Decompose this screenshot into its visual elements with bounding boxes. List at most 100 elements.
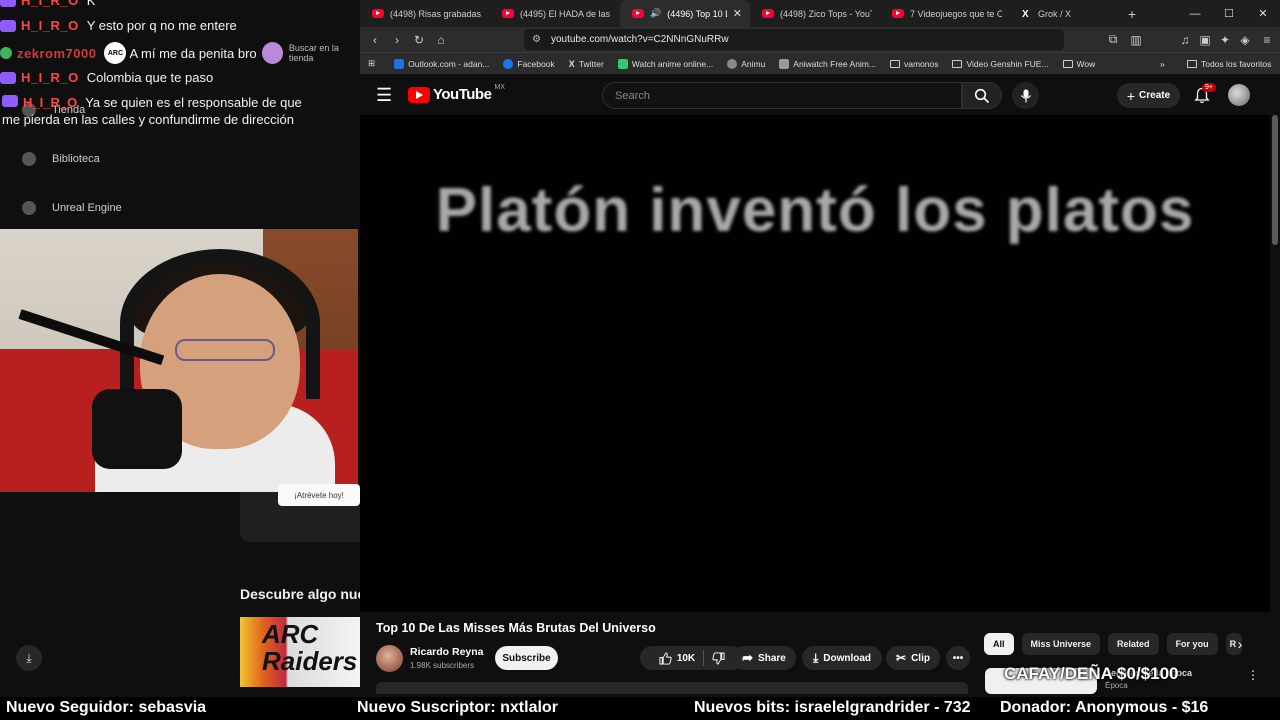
extensions-icon[interactable]: ⧉ xyxy=(1102,29,1124,51)
chip-miss-universe[interactable]: Miss Universe xyxy=(1021,633,1101,655)
search-button[interactable] xyxy=(962,82,1002,109)
arc-raiders-thumbnail: ARC Raiders xyxy=(240,617,360,687)
browser-tab[interactable]: (4498) Risas grabadas - YouTube xyxy=(360,0,490,27)
x-icon: X xyxy=(1022,9,1029,20)
video-frame-text: Platón inventó los platos xyxy=(435,176,1195,245)
facebook-icon xyxy=(503,58,514,69)
emote-icon xyxy=(262,42,283,64)
chip-related[interactable]: Related xyxy=(1108,633,1159,655)
forward-icon[interactable]: › xyxy=(386,29,408,51)
chevron-right-icon[interactable]: » xyxy=(1153,59,1172,69)
bookmark-folder[interactable]: Wow xyxy=(1056,59,1103,69)
bookmark-item[interactable]: Watch anime online... xyxy=(611,58,720,69)
browser-tab-active[interactable]: 🔊 (4496) Top 10 De Las Misses ✕ xyxy=(620,0,750,27)
dislike-button[interactable] xyxy=(704,646,733,670)
aniwatch-icon xyxy=(779,58,790,69)
stream-overlay-panel: Tienda Biblioteca Unreal Engine H_I_R_O … xyxy=(0,0,360,720)
ai-icon[interactable]: ✦ xyxy=(1214,29,1236,51)
chat-text: A mí me da penita bro xyxy=(129,45,257,61)
menu-icon[interactable]: ≡ xyxy=(1256,29,1278,51)
bookmark-item[interactable]: Facebook xyxy=(496,58,561,69)
search-input[interactable]: Search xyxy=(602,82,962,109)
video-player[interactable]: Platón inventó los platos xyxy=(360,115,1270,612)
notification-count-badge: 9+ xyxy=(1202,83,1216,92)
browser-tab[interactable]: (4495) El HADA de las VERGAS xyxy=(490,0,620,27)
search-icon xyxy=(974,88,990,103)
bookmark-item[interactable]: Aniwatch Free Anim... xyxy=(772,58,883,69)
bookmark-folder[interactable]: vamonos xyxy=(883,59,946,69)
browser-tab[interactable]: (4498) Zico Tops - YouTube xyxy=(750,0,880,27)
like-button[interactable]: 10K xyxy=(651,646,703,670)
description-box[interactable] xyxy=(376,682,968,694)
arc-raiders-badge-icon: ARC xyxy=(104,42,127,64)
site-info-icon[interactable]: ⚙ xyxy=(532,34,541,45)
browser-window: (4498) Risas grabadas - YouTube (4495) E… xyxy=(360,0,1280,720)
folder-icon xyxy=(889,59,900,68)
share-icon: ➦ xyxy=(742,650,754,665)
chat-username: H_I_R_O xyxy=(21,0,79,8)
ghost-nav-library: Biblioteca xyxy=(22,152,100,166)
unreal-icon xyxy=(22,201,36,215)
channel-avatar[interactable] xyxy=(376,645,403,672)
address-bar[interactable]: ⚙ youtube.com/watch?v=C2NNnGNuRRw xyxy=(524,29,1064,50)
sidebar-icon[interactable]: ▥ xyxy=(1125,29,1147,51)
shield-icon[interactable]: ◈ xyxy=(1234,29,1256,51)
chevron-right-icon[interactable]: › xyxy=(1230,633,1250,655)
speaker-icon[interactable]: 🔊 xyxy=(650,8,661,19)
wallet-icon[interactable]: ▣ xyxy=(1194,29,1216,51)
download-icon: ⤓ xyxy=(16,645,42,671)
subscribe-button[interactable]: Subscribe xyxy=(495,646,558,670)
more-actions-button[interactable]: ••• xyxy=(946,646,970,670)
chat-username: H_I_R_O xyxy=(21,18,79,33)
microphone-icon xyxy=(1020,89,1031,102)
more-vertical-icon[interactable]: ⋮ xyxy=(1247,668,1259,682)
new-tab-button[interactable]: + xyxy=(1120,6,1144,22)
close-tab-icon[interactable]: ✕ xyxy=(733,7,742,20)
page-scrollbar[interactable] xyxy=(1272,115,1278,245)
apps-icon[interactable]: ⊞ xyxy=(360,58,387,69)
anime-site-icon xyxy=(617,58,628,69)
url-text: youtube.com/watch?v=C2NNnGNuRRw xyxy=(550,34,729,45)
browser-toolbar: ‹ › ↻ ⌂ ▯ ⚙ youtube.com/watch?v=C2NNnGNu… xyxy=(360,27,1280,52)
minimize-icon[interactable]: — xyxy=(1178,0,1212,27)
bookmark-item[interactable]: Animu xyxy=(720,58,772,69)
browser-tab[interactable]: X Grok / X xyxy=(1010,0,1120,27)
channel-name-link[interactable]: Ricardo Reyna xyxy=(410,646,484,658)
chip-all[interactable]: All xyxy=(984,633,1014,655)
close-window-icon[interactable]: ✕ xyxy=(1246,0,1280,27)
ghost-promo-card: ¡Atrévete hoy! xyxy=(240,484,360,542)
new-subscriber-alert: Nuevo Suscriptor: nxtlalor xyxy=(357,699,558,716)
bookmark-item[interactable]: X Twitter xyxy=(562,59,611,69)
bookmark-folder[interactable]: Video Genshin FUE... xyxy=(945,59,1055,69)
share-button[interactable]: ➦ Share xyxy=(732,646,796,670)
voice-search-button[interactable] xyxy=(1012,82,1039,109)
music-icon[interactable]: ♫ xyxy=(1174,29,1196,51)
maximize-icon[interactable]: ☐ xyxy=(1212,0,1246,27)
x-icon: X xyxy=(568,58,575,69)
back-icon[interactable]: ‹ xyxy=(364,29,386,51)
ghost-store-search: Buscar en la tienda xyxy=(262,42,360,64)
headphones xyxy=(120,249,320,399)
download-button[interactable]: ⤓ Download xyxy=(802,646,882,670)
donation-goal-text: CAFAY/DEÑA $0/$100 xyxy=(1004,664,1179,683)
youtube-logo[interactable]: YouTube MX xyxy=(408,84,505,103)
badge-icon xyxy=(0,47,12,59)
tab-strip: (4498) Risas grabadas - YouTube (4495) E… xyxy=(360,0,1280,27)
create-button[interactable]: + Create xyxy=(1117,83,1180,108)
reload-icon[interactable]: ↻ xyxy=(408,29,430,51)
new-follower-alert: Nuevo Seguidor: sebasvia xyxy=(6,699,207,716)
new-bits-alert: Nuevos bits: israelelgrandrider - 732 xyxy=(694,699,971,716)
clip-button[interactable]: ✂ Clip xyxy=(886,646,940,670)
chip-for-you[interactable]: For you xyxy=(1166,633,1218,655)
account-avatar[interactable] xyxy=(1228,84,1250,106)
notifications-button[interactable]: 9+ xyxy=(1192,83,1216,105)
donation-alert: Donador: Anonymous - $16 xyxy=(1000,699,1209,716)
like-dislike-group: 10K xyxy=(640,646,744,670)
all-bookmarks-folder[interactable]: Todos los favoritos xyxy=(1180,59,1278,69)
browser-tab[interactable]: 7 Videojuegos que te Castigan xyxy=(880,0,1010,27)
stream-alert-bar: Nuevo Seguidor: sebasvia Nuevo Suscripto… xyxy=(0,697,1280,720)
chat-username: zekrom7000 xyxy=(17,45,97,61)
home-icon[interactable]: ⌂ xyxy=(430,29,452,51)
bookmark-item[interactable]: Outlook.com - adan... xyxy=(387,58,496,69)
hamburger-menu-icon[interactable]: ☰ xyxy=(376,85,392,106)
